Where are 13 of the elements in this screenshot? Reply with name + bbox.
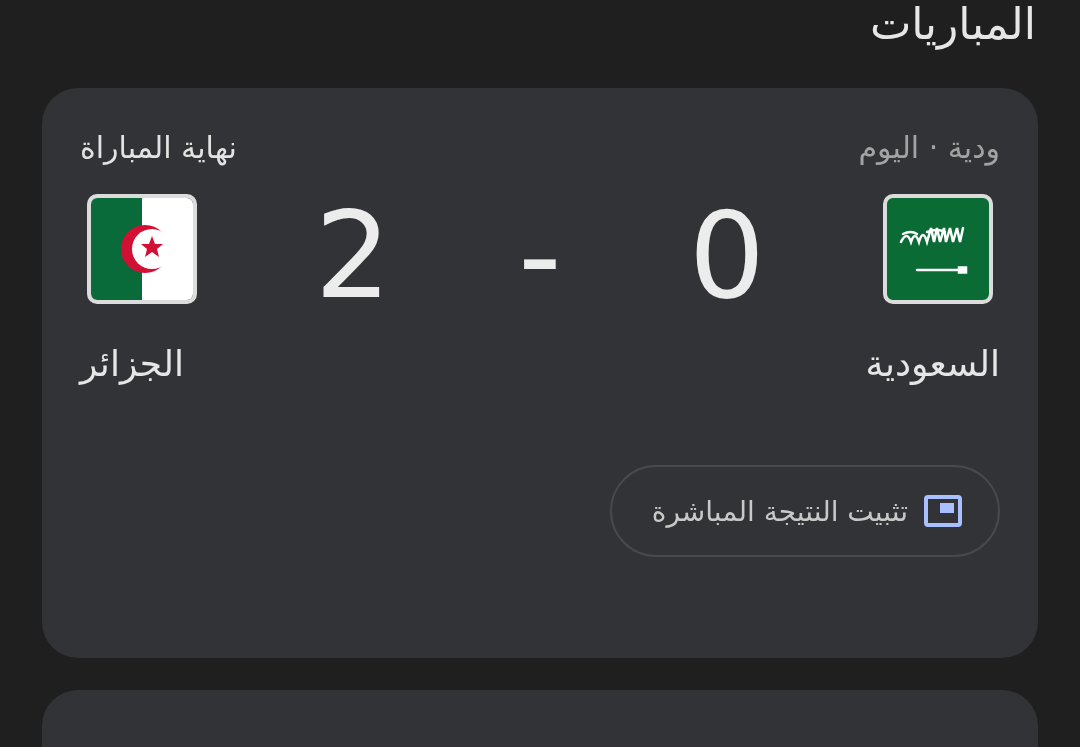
flag-icon <box>87 194 197 304</box>
pin-score-button[interactable]: تثبيت النتيجة المباشرة <box>609 465 1000 558</box>
match-card[interactable] <box>42 690 1038 747</box>
score: 0 <box>687 186 767 326</box>
match-status: نهاية المباراة <box>80 130 237 166</box>
score-separator: - <box>517 186 563 326</box>
match-info: ودية · اليوم <box>858 130 1000 166</box>
team-name: السعودية <box>865 342 1000 386</box>
picture-in-picture-icon <box>924 495 962 528</box>
team-name: الجزائر <box>80 342 184 386</box>
flag-icon <box>883 194 993 304</box>
section-title: المباريات <box>869 0 1036 48</box>
score: 2 <box>313 186 393 326</box>
